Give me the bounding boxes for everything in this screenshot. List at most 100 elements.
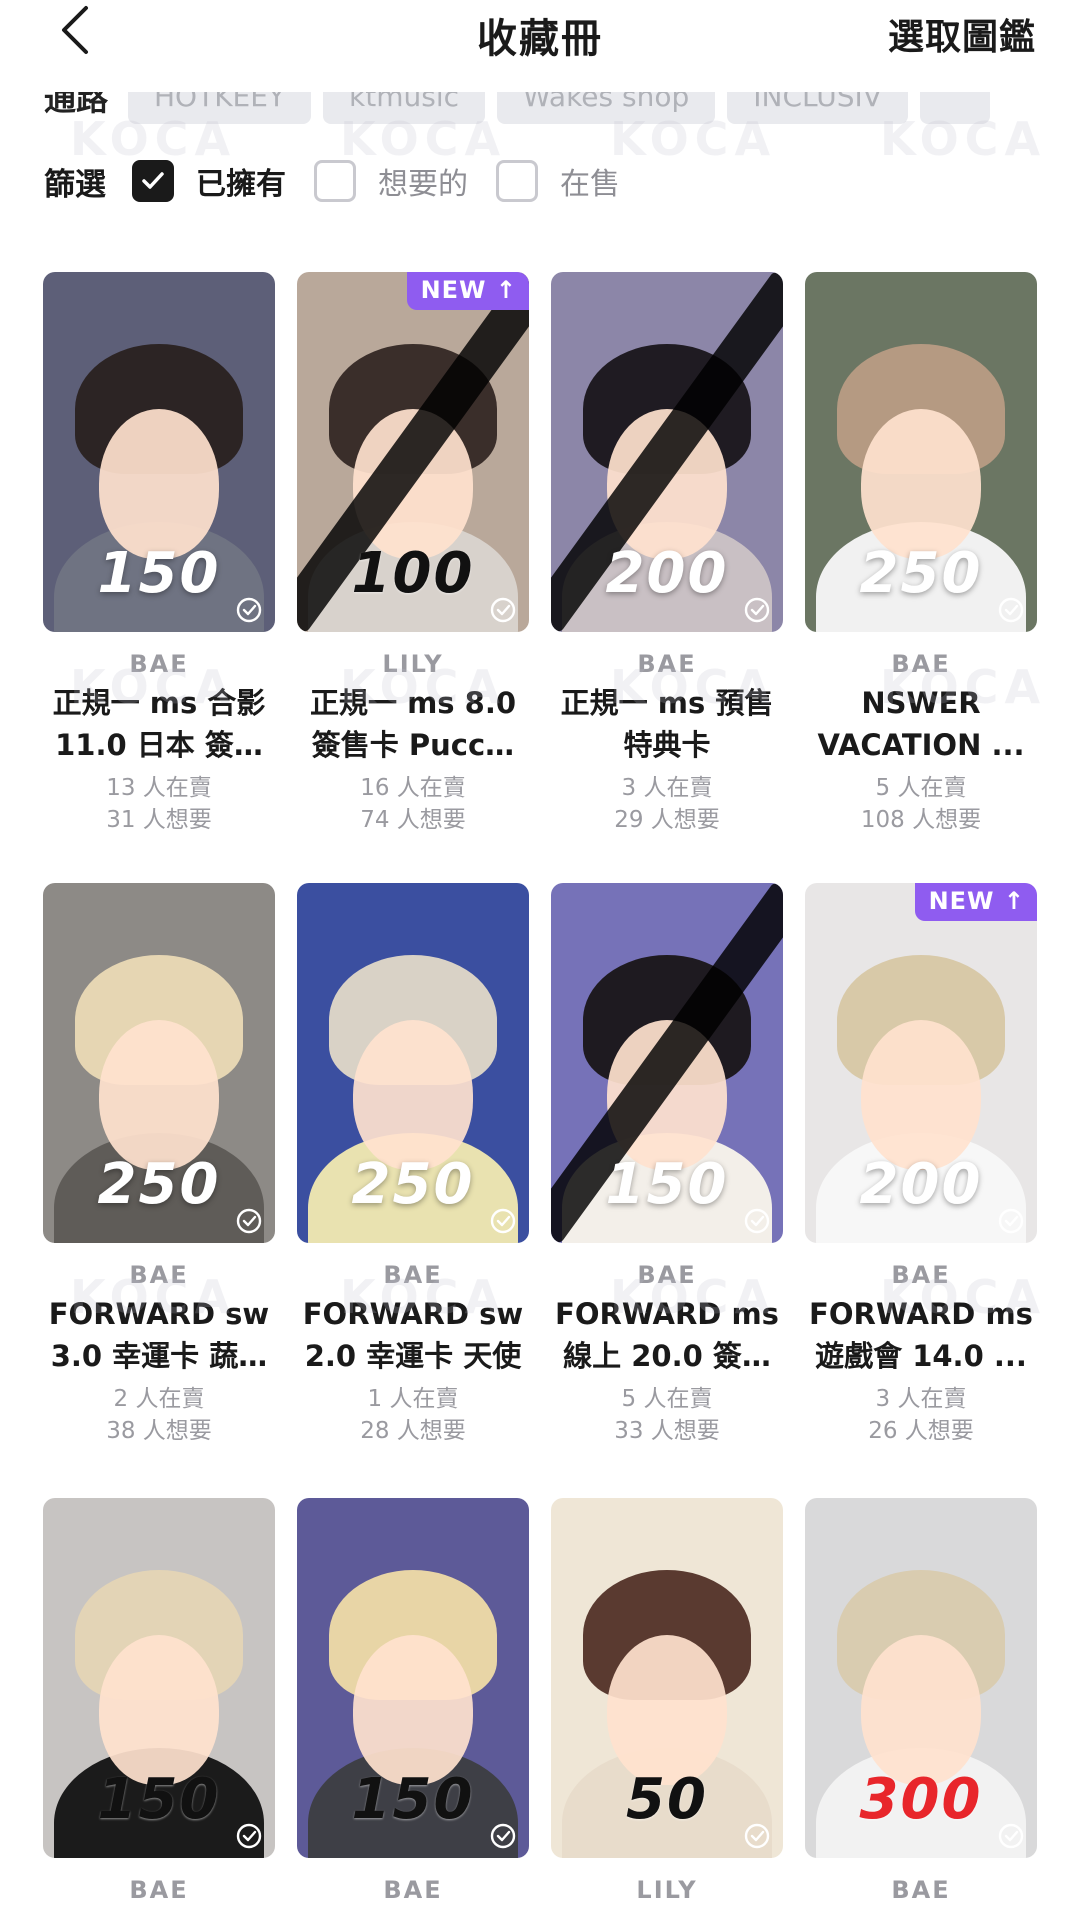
owned-check-icon (997, 1822, 1025, 1850)
photocard-item[interactable]: 250 BAE NSWER VACATION ... 5 人在賣 108 人想要 (805, 272, 1037, 836)
photocard-item[interactable]: 150 BAE FORWARD ms 線上 20.0 簽… 5 人在賣 33 人想要 (551, 883, 783, 1447)
card-meta: BAE 正規一 ms 預售 特典卡 3 人在賣 29 人想要 (551, 650, 783, 836)
owned-check-icon (743, 1207, 771, 1235)
photocard-image[interactable]: 200 (551, 272, 783, 632)
photo-face-shape (99, 1019, 219, 1170)
owned-check-icon (743, 596, 771, 624)
photocard-image[interactable]: 250 (43, 883, 275, 1243)
card-title: 正規一 ms 8.0 簽售卡 Pucc… (309, 686, 517, 762)
photocard-item[interactable]: NEW ↑ 100 LILY 正規一 ms 8.0 簽售卡 Pucc… 16 人在賣 7… (297, 272, 529, 836)
member-name: LILY (382, 650, 444, 678)
owned-filter-label[interactable]: 已擁有 (196, 159, 286, 203)
photocard-image[interactable]: 250 (297, 883, 529, 1243)
card-title: 正規一 ms 預售 特典卡 (560, 686, 774, 762)
filter-row: 篩選 已擁有 想要的 在售 (44, 158, 648, 204)
member-name: BAE (891, 1261, 951, 1289)
photocard-image[interactable]: 50 (551, 1498, 783, 1858)
card-stats: 5 人在賣 108 人想要 (860, 775, 982, 833)
shop-chip[interactable]: ktmusic (323, 92, 486, 124)
photocard-item[interactable]: NEW ↑ 200 BAE FORWARD ms 遊戲會 14.0 ... 3 人在賣 … (805, 883, 1037, 1447)
photocard-image[interactable]: 300 (805, 1498, 1037, 1858)
card-title: NSWER VACATION ... (817, 686, 1025, 762)
photo-face-shape (353, 1019, 473, 1170)
select-guide-button[interactable]: 選取圖鑑 (888, 8, 1036, 60)
member-name: BAE (383, 1261, 443, 1289)
photocard-image[interactable]: 150 (297, 1498, 529, 1858)
photocard-image[interactable]: 150 (43, 272, 275, 632)
photocard-item[interactable]: 150 BAE 正規一 ms 合影 11.0 日本 簽… 13 人在賣 31 人想要 (43, 272, 275, 836)
member-name: BAE (891, 1876, 951, 1904)
member-name: LILY (636, 1876, 698, 1904)
owned-check-icon (997, 596, 1025, 624)
card-stats: 5 人在賣 33 人想要 (614, 1386, 720, 1444)
member-name: BAE (637, 650, 697, 678)
photocard-item[interactable]: 200 BAE 正規一 ms 預售 特典卡 3 人在賣 29 人想要 (551, 272, 783, 836)
member-name: BAE (637, 1261, 697, 1289)
card-meta: BAE FORWARD sw 2.0 幸運卡 天使 1 人在賣 28 人想要 (297, 1261, 529, 1447)
photo-face-shape (607, 1634, 727, 1785)
photocard-item[interactable]: 250 BAE FORWARD sw 3.0 幸運卡 蔬… 2 人在賣 38 人想要 (43, 883, 275, 1447)
owned-check-icon (235, 1822, 263, 1850)
card-meta: BAE (43, 1876, 275, 1904)
shop-chip[interactable]: Wakes shop (497, 92, 716, 124)
shop-chip-list: HOTKEEY ktmusic Wakes shop INCLUSIV (128, 92, 990, 124)
card-title: FORWARD sw 2.0 幸運卡 天使 (302, 1297, 524, 1373)
card-meta: BAE 正規一 ms 合影 11.0 日本 簽… 13 人在賣 31 人想要 (43, 650, 275, 836)
photocard-image[interactable]: NEW ↑ 100 (297, 272, 529, 632)
owned-check-icon (489, 1207, 517, 1235)
shop-chip[interactable] (919, 92, 990, 124)
card-meta: BAE FORWARD ms 遊戲會 14.0 ... 3 人在賣 26 人想要 (805, 1261, 1037, 1447)
owned-check-icon (235, 1207, 263, 1235)
card-meta: LILY (551, 1876, 783, 1904)
card-stats: 1 人在賣 28 人想要 (360, 1386, 466, 1444)
new-badge: NEW ↑ (914, 883, 1037, 921)
photocard-item[interactable]: 150 BAE (297, 1498, 529, 1904)
owned-check-icon (489, 1822, 517, 1850)
member-name: BAE (129, 1876, 189, 1904)
owned-checkbox[interactable] (132, 160, 174, 202)
member-name: BAE (129, 1261, 189, 1289)
member-name: BAE (129, 650, 189, 678)
new-badge: NEW ↑ (406, 272, 529, 310)
photo-face-shape (99, 1634, 219, 1785)
card-stats: 16 人在賣 74 人想要 (360, 775, 466, 833)
shop-chip[interactable]: INCLUSIV (727, 92, 908, 124)
card-meta: BAE FORWARD ms 線上 20.0 簽… 5 人在賣 33 人想要 (551, 1261, 783, 1447)
photocard-image[interactable]: NEW ↑ 200 (805, 883, 1037, 1243)
card-stats: 3 人在賣 26 人想要 (868, 1386, 974, 1444)
owned-check-icon (997, 1207, 1025, 1235)
photo-face-shape (861, 1634, 981, 1785)
card-meta: BAE (805, 1876, 1037, 1904)
wanted-checkbox[interactable] (314, 160, 356, 202)
photocard-image[interactable]: 250 (805, 272, 1037, 632)
photocard-item[interactable]: 250 BAE FORWARD sw 2.0 幸運卡 天使 1 人在賣 28 人想要 (297, 883, 529, 1447)
shop-chip[interactable]: HOTKEEY (128, 92, 312, 124)
owned-check-icon (489, 596, 517, 624)
card-title: FORWARD sw 3.0 幸運卡 蔬… (48, 1297, 270, 1373)
photo-face-shape (861, 1019, 981, 1170)
card-meta: BAE FORWARD sw 3.0 幸運卡 蔬… 2 人在賣 38 人想要 (43, 1261, 275, 1447)
photocard-item[interactable]: 150 BAE (43, 1498, 275, 1904)
owned-check-icon (235, 596, 263, 624)
card-title: FORWARD ms 線上 20.0 簽… (555, 1297, 779, 1373)
photocard-item[interactable]: 300 BAE (805, 1498, 1037, 1904)
member-name: BAE (383, 1876, 443, 1904)
on-sale-checkbox[interactable] (496, 160, 538, 202)
top-bar: 收藏冊 選取圖鑑 (0, 0, 1080, 80)
photo-face-shape (861, 408, 981, 559)
card-meta: LILY 正規一 ms 8.0 簽售卡 Pucc… 16 人在賣 74 人想要 (297, 650, 529, 836)
wanted-filter-label[interactable]: 想要的 (378, 159, 468, 203)
owned-check-icon (743, 1822, 771, 1850)
photocard-image[interactable]: 150 (43, 1498, 275, 1858)
card-title: 正規一 ms 合影 11.0 日本 簽… (52, 686, 266, 762)
filter-label: 篩選 (44, 166, 106, 203)
photo-face-shape (99, 408, 219, 559)
photo-face-shape (353, 1634, 473, 1785)
on-sale-filter-label[interactable]: 在售 (560, 159, 620, 203)
card-meta: BAE NSWER VACATION ... 5 人在賣 108 人想要 (805, 650, 1037, 836)
member-name: BAE (891, 650, 951, 678)
photocard-image[interactable]: 150 (551, 883, 783, 1243)
photocard-item[interactable]: 50 LILY (551, 1498, 783, 1904)
card-stats: 13 人在賣 31 人想要 (106, 775, 212, 833)
card-title: FORWARD ms 遊戲會 14.0 ... (809, 1297, 1033, 1373)
